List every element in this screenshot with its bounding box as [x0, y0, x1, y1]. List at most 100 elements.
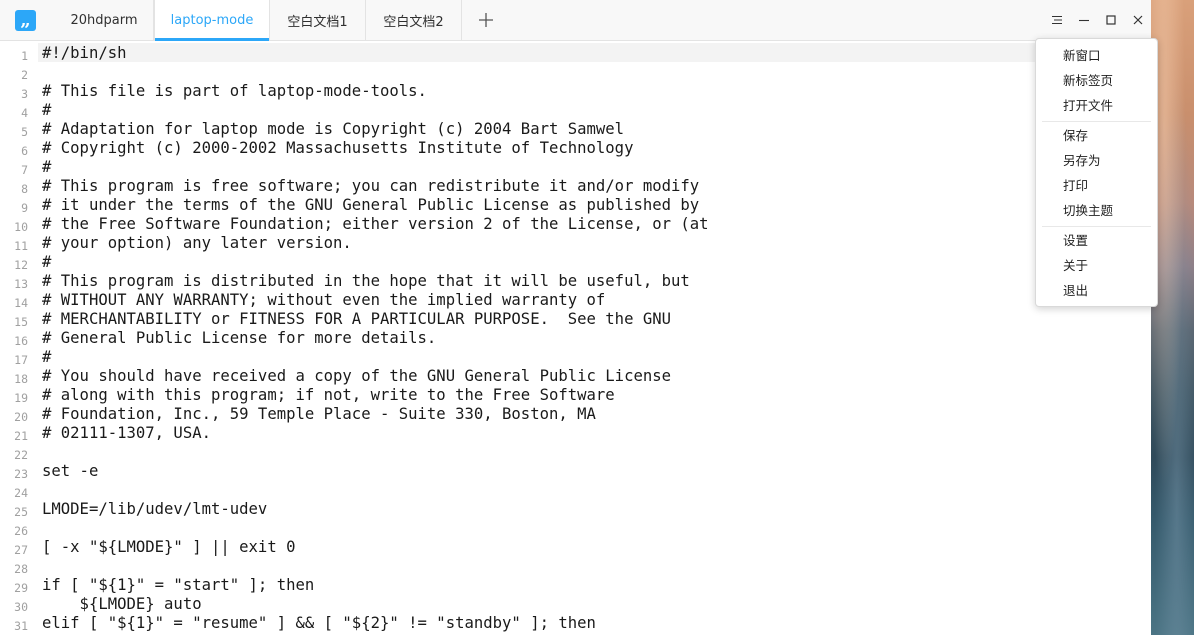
tab-laptop-mode[interactable]: laptop-mode — [154, 0, 270, 41]
line-number: 19 — [14, 391, 28, 405]
code-line[interactable]: # You should have received a copy of the… — [42, 367, 709, 386]
line-number: 28 — [14, 562, 28, 576]
code-line[interactable] — [42, 519, 709, 538]
title-bar: „ 20hdparm laptop-mode 空白文档1 空白文档2 — [0, 0, 1151, 41]
code-line[interactable]: ${LMODE} auto — [42, 595, 709, 614]
text-editor[interactable]: 1 2 3 4 5 6 7 8 9 10 11 12 13 14 15 16 17 18 19 20 21 22 23 24 2… — [0, 41, 1151, 635]
line-number: 31 — [14, 619, 28, 633]
code-line[interactable]: #!/bin/sh — [42, 44, 709, 63]
line-number: 1 — [21, 49, 28, 63]
tab-blank-doc-1[interactable]: 空白文档1 — [270, 0, 366, 40]
menu-item-about[interactable]: 关于 — [1063, 256, 1088, 276]
menu-item-print[interactable]: 打印 — [1063, 176, 1088, 196]
tab-blank-doc-2[interactable]: 空白文档2 — [366, 0, 462, 40]
code-line[interactable]: [ -x "${LMODE}" ] || exit 0 — [42, 538, 709, 557]
tab-bar: 20hdparm laptop-mode 空白文档1 空白文档2 — [54, 0, 510, 41]
line-number: 30 — [14, 600, 28, 614]
maximize-icon — [1105, 15, 1116, 25]
menu-item-save[interactable]: 保存 — [1063, 126, 1088, 146]
minimize-button[interactable] — [1070, 0, 1097, 40]
menu-item-new-window[interactable]: 新窗口 — [1063, 46, 1101, 66]
tab-label: laptop-mode — [170, 12, 254, 28]
main-menu: 新窗口 新标签页 打开文件 保存 另存为 打印 切换主题 设置 关于 退出 — [1035, 38, 1158, 307]
code-line[interactable]: # MERCHANTABILITY or FITNESS FOR A PARTI… — [42, 310, 709, 329]
tab-label: 空白文档2 — [383, 14, 444, 30]
line-number: 16 — [14, 334, 28, 348]
deepin-editor-icon: „ — [15, 10, 36, 31]
window-controls — [1043, 0, 1151, 40]
line-number: 15 — [14, 315, 28, 329]
line-number: 29 — [14, 581, 28, 595]
code-line[interactable]: # — [42, 101, 709, 120]
code-line[interactable] — [42, 557, 709, 576]
line-number: 20 — [14, 410, 28, 424]
line-number: 23 — [14, 467, 28, 481]
line-number: 10 — [14, 220, 28, 234]
code-line[interactable]: # This file is part of laptop-mode-tools… — [42, 82, 709, 101]
line-number: 22 — [14, 448, 28, 462]
code-line[interactable]: # Foundation, Inc., 59 Temple Place - Su… — [42, 405, 709, 424]
menu-item-open-file[interactable]: 打开文件 — [1063, 96, 1113, 116]
line-number: 24 — [14, 486, 28, 500]
menu-icon — [1051, 15, 1062, 25]
line-number: 5 — [21, 125, 28, 139]
code-line[interactable]: if [ "${1}" = "start" ]; then — [42, 576, 709, 595]
plus-icon — [479, 13, 493, 27]
tab-label: 空白文档1 — [287, 14, 348, 30]
close-icon — [1133, 15, 1142, 25]
code-line[interactable]: # — [42, 253, 709, 272]
tab-label: 20hdparm — [70, 12, 138, 28]
line-number: 26 — [14, 524, 28, 538]
code-line[interactable]: # — [42, 348, 709, 367]
line-number: 14 — [14, 296, 28, 310]
new-tab-button[interactable] — [462, 0, 510, 40]
close-button[interactable] — [1124, 0, 1151, 40]
menu-item-new-tab[interactable]: 新标签页 — [1063, 71, 1113, 91]
line-number: 18 — [14, 372, 28, 386]
code-line[interactable] — [42, 63, 709, 82]
menu-item-save-as[interactable]: 另存为 — [1063, 151, 1101, 171]
main-menu-button[interactable] — [1043, 0, 1070, 40]
line-number: 12 — [14, 258, 28, 272]
code-line[interactable]: # — [42, 158, 709, 177]
code-line[interactable] — [42, 443, 709, 462]
line-number-gutter: 1 2 3 4 5 6 7 8 9 10 11 12 13 14 15 16 17 18 19 20 21 22 23 24 2… — [0, 44, 28, 633]
code-line[interactable]: # it under the terms of the GNU General … — [42, 196, 709, 215]
line-number: 13 — [14, 277, 28, 291]
code-line[interactable]: # General Public License for more detail… — [42, 329, 709, 348]
line-number: 3 — [21, 87, 28, 101]
code-line[interactable]: # Adaptation for laptop mode is Copyrigh… — [42, 120, 709, 139]
code-line[interactable]: # 02111-1307, USA. — [42, 424, 709, 443]
code-line[interactable]: # WITHOUT ANY WARRANTY; without even the… — [42, 291, 709, 310]
maximize-button[interactable] — [1097, 0, 1124, 40]
line-number: 21 — [14, 429, 28, 443]
menu-separator — [1042, 226, 1151, 227]
line-number: 25 — [14, 505, 28, 519]
line-number: 27 — [14, 543, 28, 557]
code-line[interactable]: # the Free Software Foundation; either v… — [42, 215, 709, 234]
line-number: 11 — [14, 239, 28, 253]
code-line[interactable]: # your option) any later version. — [42, 234, 709, 253]
menu-item-settings[interactable]: 设置 — [1063, 231, 1088, 251]
code-line[interactable]: # along with this program; if not, write… — [42, 386, 709, 405]
code-line[interactable]: LMODE=/lib/udev/lmt-udev — [42, 500, 709, 519]
tab-20hdparm[interactable]: 20hdparm — [54, 0, 154, 40]
editor-window: „ 20hdparm laptop-mode 空白文档1 空白文档2 1 2 3… — [0, 0, 1151, 635]
menu-separator — [1042, 121, 1151, 122]
code-line[interactable]: set -e — [42, 462, 709, 481]
line-number: 6 — [21, 144, 28, 158]
code-line[interactable]: # Copyright (c) 2000-2002 Massachusetts … — [42, 139, 709, 158]
line-number: 17 — [14, 353, 28, 367]
code-line[interactable]: # This program is distributed in the hop… — [42, 272, 709, 291]
line-number: 4 — [21, 106, 28, 120]
line-number: 9 — [21, 201, 28, 215]
line-number: 7 — [21, 163, 28, 177]
line-number: 2 — [21, 68, 28, 82]
code-line[interactable]: # This program is free software; you can… — [42, 177, 709, 196]
code-line[interactable] — [42, 481, 709, 500]
menu-item-switch-theme[interactable]: 切换主题 — [1063, 201, 1113, 221]
line-number: 8 — [21, 182, 28, 196]
menu-item-exit[interactable]: 退出 — [1063, 281, 1088, 301]
code-area[interactable]: #!/bin/sh # This file is part of laptop-m… — [42, 44, 709, 633]
code-line[interactable]: elif [ "${1}" = "resume" ] && [ "${2}" !… — [42, 614, 709, 633]
